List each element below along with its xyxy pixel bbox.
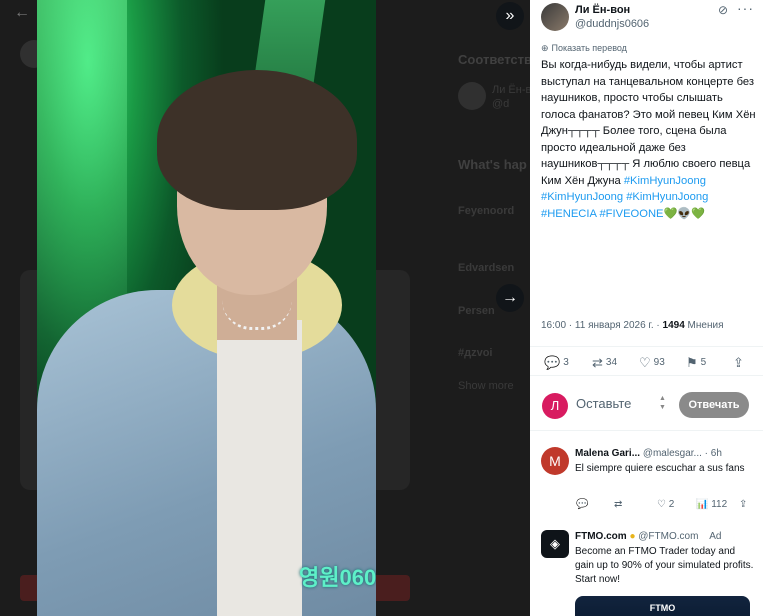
heart-icon: ♡ bbox=[657, 499, 669, 510]
comment-repost-icon[interactable]: ⇄ bbox=[614, 499, 622, 510]
author-handle[interactable]: @duddnjs0606 bbox=[575, 18, 649, 30]
promoted-text: Become an FTMO Trader today and gain up … bbox=[575, 546, 754, 585]
background-trend-1: Feyenoord bbox=[458, 205, 515, 217]
tweet-detail-panel: Ли Ён-вон @duddnjs0606 ⊘ ··· ⊕ Показать п… bbox=[530, 0, 763, 616]
person-hair bbox=[157, 70, 357, 210]
share-icon: ⇪ bbox=[733, 355, 744, 370]
ad-label: Ad bbox=[709, 531, 722, 542]
author-name[interactable]: Ли Ён-вон bbox=[575, 4, 630, 16]
hashtag-link[interactable]: #HENECIA bbox=[541, 208, 596, 220]
comment-text: El siempre quiere escuchar a sus fans bbox=[575, 463, 745, 474]
repost-icon: ⇄ bbox=[592, 355, 603, 370]
background-related-avatar bbox=[458, 82, 486, 110]
hashtag-link[interactable]: #KimHyunJoong bbox=[541, 191, 623, 203]
reply-button[interactable]: 💬 3 bbox=[544, 355, 569, 371]
back-arrow-icon[interactable]: ← bbox=[14, 4, 32, 22]
hashtag-link[interactable]: #KimHyunJoong bbox=[624, 175, 706, 187]
tweet-body: Вы когда-нибудь видели, чтобы артист выс… bbox=[541, 59, 756, 187]
collapse-panel-icon[interactable]: » bbox=[496, 2, 524, 30]
next-media-arrow-icon[interactable]: → bbox=[496, 284, 524, 312]
comment-time: · 6h bbox=[704, 448, 722, 459]
background-trend-4: #дzvoi bbox=[458, 347, 493, 359]
ftmo-logo-icon[interactable]: ◈ bbox=[541, 530, 569, 558]
comment-author[interactable]: Malena Gari... bbox=[575, 448, 640, 459]
background-show-more: Show more bbox=[458, 380, 514, 392]
verified-badge-icon: ● bbox=[629, 531, 636, 542]
bookmark-count: 5 bbox=[700, 357, 707, 368]
comment-like-count: 2 bbox=[668, 499, 675, 510]
comment-handle: @malesgar... bbox=[642, 448, 702, 459]
input-resize-icon[interactable]: ▲ ▼ bbox=[659, 394, 666, 412]
tweet-actions: 💬 3 ⇄ 34 ♡ 93 ⚑ 5 ⇪ bbox=[530, 346, 763, 376]
background-related-handle: @d bbox=[492, 98, 510, 110]
bookmark-icon: ⚑ bbox=[686, 355, 698, 370]
background-trends-heading: What's hap bbox=[458, 157, 527, 172]
comment-header: Malena Gari... @malesgar... · 6h bbox=[575, 448, 760, 459]
like-button[interactable]: ♡ 93 bbox=[639, 355, 665, 371]
hashtag-link[interactable]: #FIVEOONE bbox=[599, 208, 663, 220]
person-shirt bbox=[217, 320, 302, 616]
hashtag-link[interactable]: #KimHyunJoong bbox=[626, 191, 708, 203]
reply-icon: 💬 bbox=[544, 355, 561, 370]
share-button[interactable]: ⇪ bbox=[733, 355, 747, 371]
like-count: 93 bbox=[653, 357, 665, 368]
show-translation-label: Показать перевод bbox=[551, 43, 627, 53]
reply-count: 3 bbox=[563, 357, 569, 368]
comment-avatar[interactable]: M bbox=[541, 447, 569, 475]
more-options-icon[interactable]: ··· bbox=[737, 0, 754, 16]
reply-input[interactable]: Оставьте bbox=[576, 396, 656, 411]
views-icon: 📊 bbox=[696, 499, 712, 510]
tweet-emoji: 💚👽💚 bbox=[663, 207, 706, 220]
background-trend-3: Persen bbox=[458, 305, 495, 317]
tweet-meta: 16:00 · 11 января 2026 г. · 1494 Мнения bbox=[541, 320, 724, 331]
repost-button[interactable]: ⇄ 34 bbox=[592, 355, 617, 371]
grok-icon[interactable]: ⊘ bbox=[718, 3, 728, 17]
reply-composer: Л Оставьте ▲ ▼ Отвечать bbox=[530, 381, 763, 431]
heart-icon: ♡ bbox=[639, 355, 651, 370]
promoted-image[interactable]: FTMO bbox=[575, 596, 750, 616]
background-related-heading: Соответств bbox=[458, 52, 530, 67]
comment-views[interactable]: 📊 112 bbox=[696, 499, 727, 510]
comment-view-count: 112 bbox=[711, 499, 728, 510]
tweet-timestamp[interactable]: 16:00 · 11 января 2026 г. · bbox=[541, 320, 663, 331]
author-avatar[interactable] bbox=[541, 3, 569, 31]
show-translation-link[interactable]: ⊕ Показать перевод bbox=[541, 43, 627, 54]
current-user-avatar: Л bbox=[542, 393, 568, 419]
media-photo[interactable]: 영원0606 bbox=[37, 0, 376, 616]
photo-watermark: 영원0606 bbox=[299, 565, 376, 590]
translate-icon: ⊕ bbox=[541, 43, 549, 53]
promoted-handle: @FTMO.com bbox=[638, 531, 699, 542]
comment-share-icon[interactable]: ⇪ bbox=[739, 499, 747, 510]
comment-like-button[interactable]: ♡ 2 bbox=[657, 499, 674, 510]
repost-count: 34 bbox=[605, 357, 618, 368]
promoted-author[interactable]: FTMO.com bbox=[575, 531, 627, 542]
views-label: Мнения bbox=[684, 320, 724, 331]
view-count: 1494 bbox=[662, 320, 685, 331]
promoted-image-logo: FTMO bbox=[649, 603, 676, 613]
tweet-text: Вы когда-нибудь видели, чтобы артист выс… bbox=[541, 57, 757, 222]
promoted-header: FTMO.com ● @FTMO.com Ad bbox=[575, 531, 760, 542]
background-related-name: Ли Ён-в bbox=[492, 84, 530, 96]
app-window: ← Соответств Ли Ён-в @d What's hap Feyen… bbox=[0, 0, 763, 616]
reply-submit-button[interactable]: Отвечать bbox=[679, 392, 749, 418]
comment-reply-icon[interactable]: 💬 bbox=[576, 499, 588, 510]
background-trend-2: Edvardsen bbox=[458, 262, 515, 274]
bookmark-button[interactable]: ⚑ 5 bbox=[686, 355, 706, 371]
